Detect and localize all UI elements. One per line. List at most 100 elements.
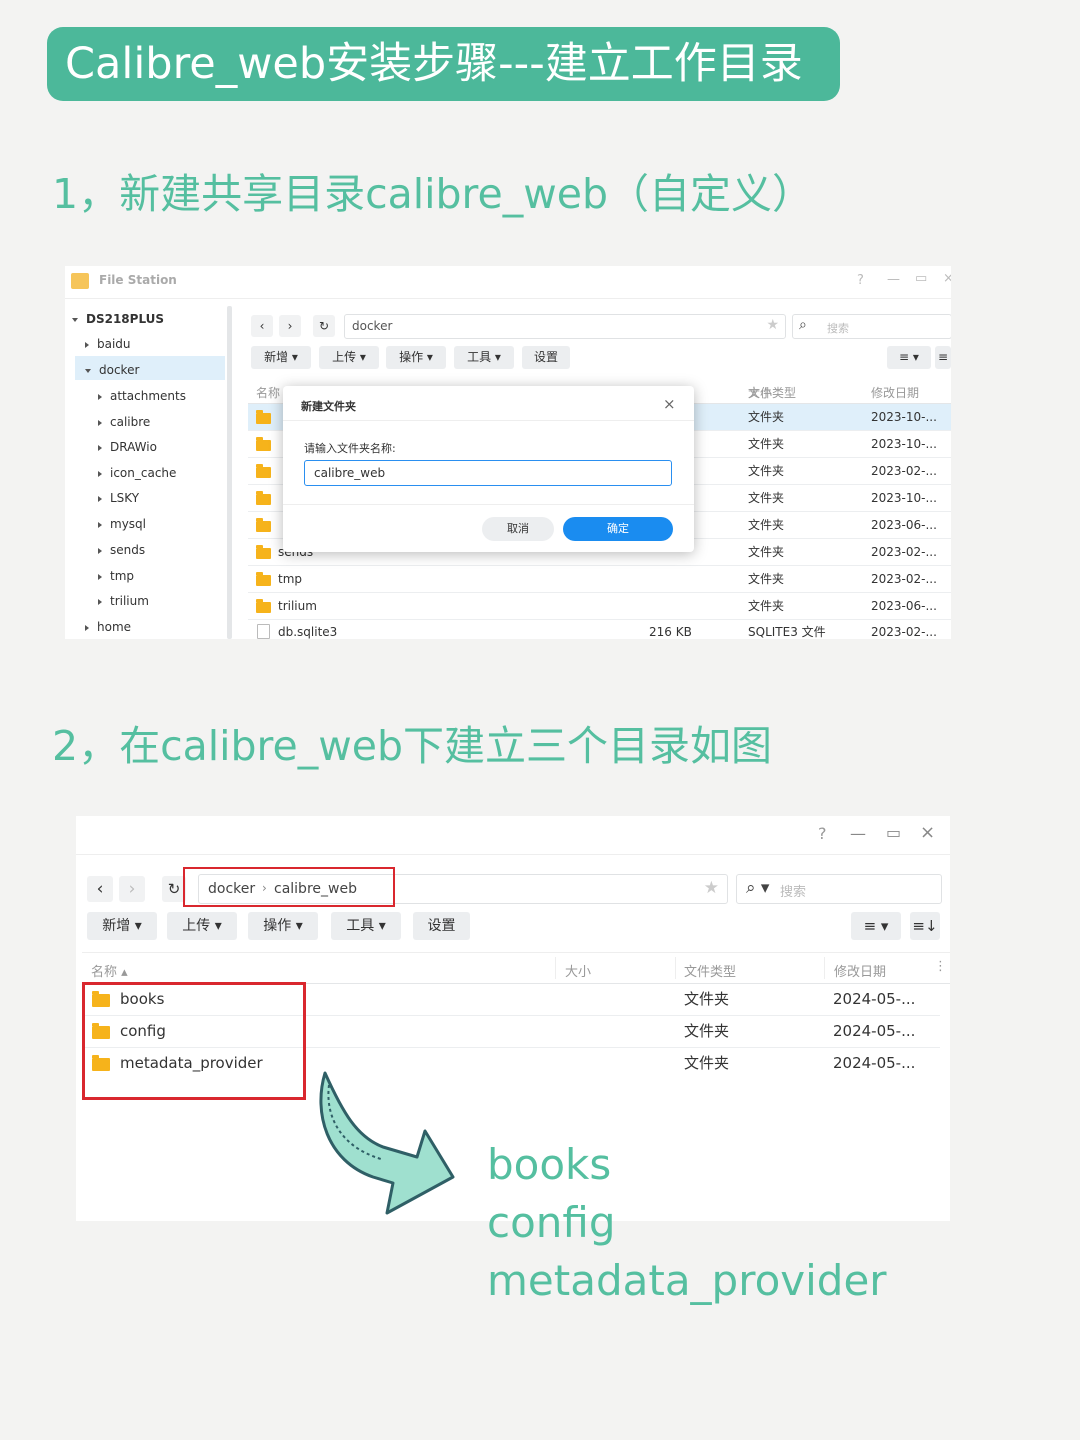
file-type: 文件夹 [748, 599, 785, 613]
chevron-left-icon: ‹ [259, 319, 265, 333]
header-date[interactable]: 修改日期 [871, 384, 919, 401]
tree-item-docker[interactable]: docker [85, 363, 139, 377]
close-icon[interactable]: × [920, 822, 935, 843]
minimize-icon[interactable]: — [850, 824, 866, 843]
more-columns-icon[interactable]: ⋮ [934, 959, 947, 974]
tree-item-attachments[interactable]: attachments [98, 389, 186, 403]
folder-name-value: calibre_web [314, 466, 386, 480]
help-icon[interactable]: ? [818, 824, 827, 843]
view-mode-button[interactable]: ≡ ▾ [887, 346, 931, 369]
forward-button[interactable]: › [119, 876, 145, 902]
table-row[interactable]: trilium 文件夹 2023-06-... [248, 593, 951, 620]
folder-icon [256, 599, 271, 613]
column-divider [824, 957, 825, 979]
column-divider [675, 957, 676, 979]
tree-item-home[interactable]: home [85, 620, 131, 634]
file-size: 216 KB [649, 625, 692, 639]
view-mode-button[interactable]: ≡ ▾ [851, 912, 901, 940]
refresh-button[interactable]: ↻ [313, 315, 335, 337]
collapse-icon [98, 444, 102, 451]
chevron-right-icon: › [287, 319, 293, 333]
arrow-icon [319, 1071, 455, 1215]
tree-item-mysql[interactable]: mysql [98, 517, 146, 531]
header-name[interactable]: 名称 ▴ [91, 961, 128, 980]
minimize-icon[interactable]: — [887, 272, 900, 287]
upload-button[interactable]: 上传 ▾ [167, 912, 237, 940]
forward-button[interactable]: › [279, 315, 301, 337]
settings-button[interactable]: 设置 [413, 912, 470, 940]
expand-icon [72, 317, 78, 322]
file-type: 文件夹 [748, 410, 785, 424]
collapse-icon [98, 495, 102, 502]
new-button[interactable]: 新增 ▾ [251, 346, 311, 369]
file-date: 2023-02-... [871, 625, 937, 639]
file-type: SQLITE3 文件 [748, 625, 826, 639]
file-date: 2023-10-... [871, 410, 937, 424]
file-type: 文件夹 [684, 1022, 730, 1040]
maximize-icon[interactable]: ▭ [915, 271, 927, 286]
sort-button[interactable]: ≡↓ [910, 912, 940, 940]
close-icon[interactable]: × [943, 271, 951, 286]
upload-button[interactable]: 上传 ▾ [319, 346, 379, 369]
chevron-right-icon: › [128, 879, 136, 899]
header-type[interactable]: 文件类型 [684, 961, 736, 980]
tools-button[interactable]: 工具 ▾ [331, 912, 401, 940]
table-row[interactable]: tmp 文件夹 2023-02-... [248, 566, 951, 593]
ok-button[interactable]: 确定 [563, 517, 673, 541]
file-date: 2023-02-... [871, 464, 937, 478]
file-station-screenshot: File Station ? — ▭ × DS218PLUS baidu doc… [65, 266, 951, 639]
action-button[interactable]: 操作 ▾ [248, 912, 318, 940]
sort-button[interactable]: ≡ [935, 346, 951, 369]
folder-icon [256, 464, 271, 478]
step2-heading: 2，在calibre_web下建立三个目录如图 [52, 722, 773, 770]
file-name: tmp [278, 572, 303, 586]
help-icon[interactable]: ? [857, 273, 864, 288]
file-type: 文件夹 [748, 464, 785, 478]
new-button[interactable]: 新增 ▾ [87, 912, 157, 940]
tree-item-trilium[interactable]: trilium [98, 594, 149, 608]
file-type: 文件夹 [748, 491, 785, 505]
search-field[interactable]: ⌕ ▾ 搜索 [736, 874, 942, 904]
tree-item-sends[interactable]: sends [98, 543, 145, 557]
settings-button[interactable]: 设置 [522, 346, 570, 369]
folder-name-input[interactable]: calibre_web [304, 460, 672, 486]
file-type: 文件夹 [748, 518, 785, 532]
action-button[interactable]: 操作 ▾ [386, 346, 446, 369]
header-type[interactable]: 文件类型 [748, 384, 796, 401]
result-item: config [487, 1198, 616, 1247]
refresh-icon: ↻ [318, 319, 330, 333]
header-name[interactable]: 名称 [256, 384, 280, 401]
result-item: metadata_provider [487, 1256, 887, 1305]
maximize-icon[interactable]: ▭ [886, 823, 901, 842]
tree-item-drawio[interactable]: DRAWio [98, 440, 157, 454]
file-type: 文件夹 [684, 1054, 730, 1072]
path-field[interactable]: docker ★ [344, 314, 786, 339]
file-date: 2023-06-... [871, 518, 937, 532]
file-type: 文件夹 [748, 545, 785, 559]
tree-item-icon-cache[interactable]: icon_cache [98, 466, 176, 480]
collapse-icon [98, 470, 102, 477]
cancel-button[interactable]: 取消 [482, 517, 554, 541]
star-icon[interactable]: ★ [704, 878, 719, 898]
sidebar-scrollbar[interactable] [227, 306, 232, 639]
back-button[interactable]: ‹ [251, 315, 273, 337]
header-size[interactable]: 大小 [565, 961, 591, 980]
collapse-icon [85, 341, 89, 348]
folders-highlight-box [82, 982, 306, 1100]
folder-icon [256, 545, 271, 559]
tree-root[interactable]: DS218PLUS [72, 312, 164, 326]
tree-item-tmp[interactable]: tmp [98, 569, 134, 583]
header-date[interactable]: 修改日期 [834, 961, 886, 980]
search-field[interactable]: ⌕ 搜索 [792, 314, 951, 339]
file-type: 文件夹 [684, 990, 730, 1008]
tree-item-baidu[interactable]: baidu [85, 337, 131, 351]
back-button[interactable]: ‹ [87, 876, 113, 902]
tree-item-calibre[interactable]: calibre [98, 415, 150, 429]
tree-item-lsky[interactable]: LSKY [98, 491, 139, 505]
table-row[interactable]: db.sqlite3 216 KB SQLITE3 文件 2023-02-... [248, 619, 951, 639]
close-icon[interactable]: × [663, 395, 676, 413]
collapse-icon [98, 573, 102, 580]
tools-button[interactable]: 工具 ▾ [454, 346, 514, 369]
file-date: 2023-10-... [871, 437, 937, 451]
star-icon[interactable]: ★ [766, 317, 779, 333]
